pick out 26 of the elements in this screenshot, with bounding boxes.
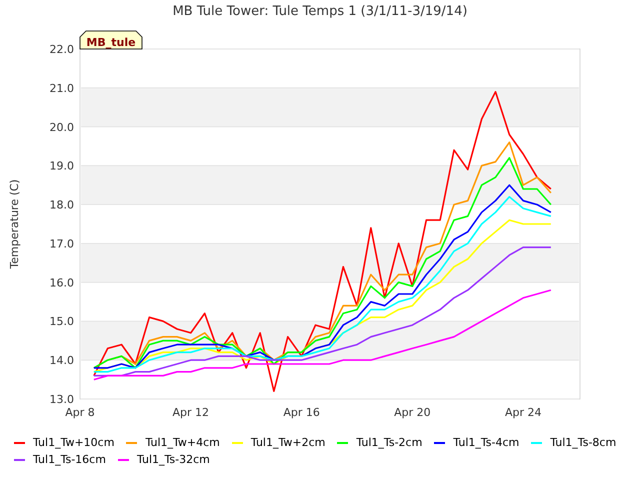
x-tick-label: Apr 24 [504, 406, 542, 419]
site-badge: MB_tule [80, 30, 142, 50]
chart-title: MB Tule Tower: Tule Temps 1 (3/1/11-3/19/14) [172, 4, 468, 19]
y-tick-label: 18.0 [50, 198, 74, 212]
y-tick-label: 16.0 [50, 276, 74, 290]
y-tick-label: 17.0 [50, 237, 74, 250]
y-tick-label: 19.0 [50, 160, 74, 173]
legend-label: Tul1_Tw+10cm [33, 436, 114, 449]
legend-label: Tul1_Ts-8cm [550, 436, 616, 449]
y-axis-label: Temperature (C) [8, 179, 21, 269]
x-tick-label: Apr 12 [172, 406, 210, 419]
legend-label: Tul1_Ts-2cm [356, 436, 422, 449]
y-tick-label: 14.0 [50, 354, 74, 368]
legend-label: Tul1_Ts-4cm [453, 436, 520, 449]
x-tick-label: Apr 20 [394, 406, 431, 419]
y-tick-label: 20.0 [50, 120, 74, 134]
x-tick-label: Apr 8 [65, 406, 95, 419]
legend-label: Tul1_Tw+4cm [145, 436, 220, 449]
legend-label: Tul1_Ts-16cm [33, 453, 106, 466]
y-tick-label: 21.0 [50, 82, 74, 95]
x-tick-label: Apr 16 [283, 406, 320, 419]
y-tick-label: 13.0 [50, 393, 74, 406]
y-tick-label: 22.0 [50, 43, 74, 56]
y-tick-label: 15.0 [50, 315, 74, 328]
legend-label: Tul1_Tw+2cm [250, 436, 326, 449]
legend-label: Tul1_Ts-32cm [136, 453, 210, 466]
